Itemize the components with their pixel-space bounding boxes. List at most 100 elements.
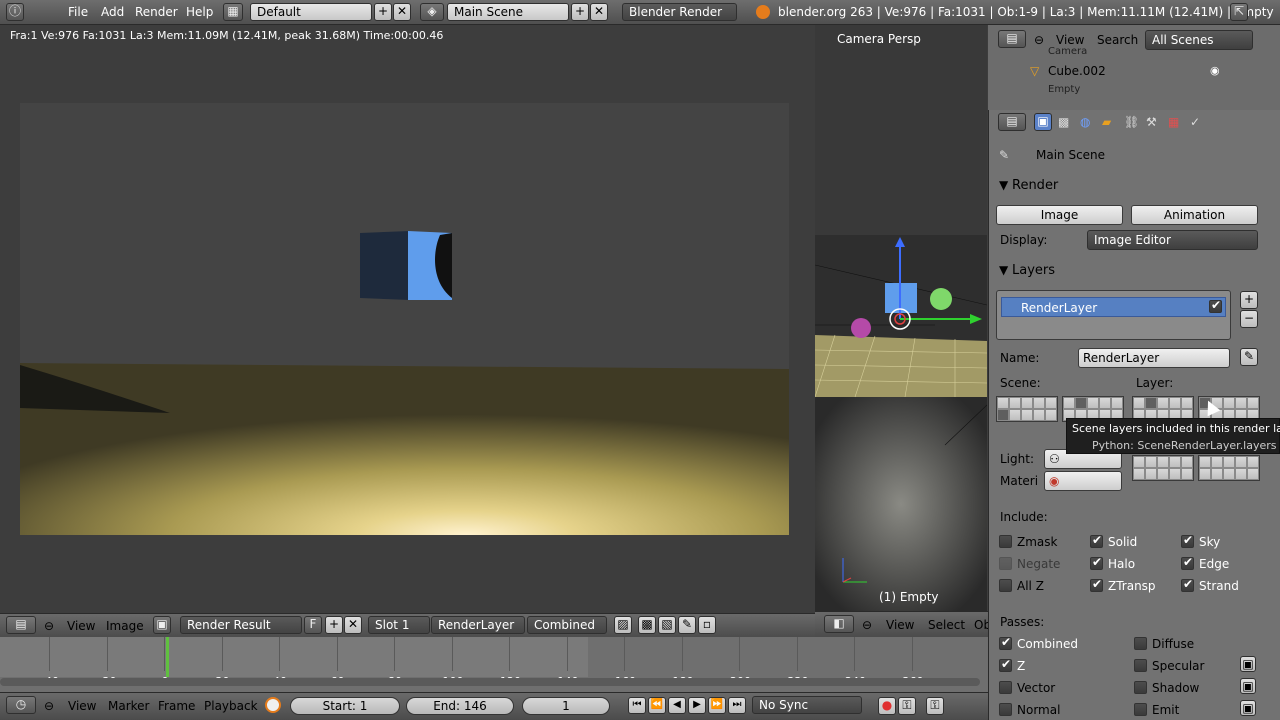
- add-render-layer-icon[interactable]: +: [1240, 291, 1258, 309]
- pin-icon[interactable]: ✎: [999, 148, 1009, 162]
- slot-dropdown[interactable]: Slot 1: [368, 616, 430, 634]
- menu-image[interactable]: Image: [106, 619, 144, 633]
- auto-keyframe-icon[interactable]: ⚿: [926, 697, 944, 715]
- image-browse-icon[interactable]: ▣: [153, 616, 171, 634]
- pin-layer-icon[interactable]: ✎: [1240, 348, 1258, 366]
- add-scene-icon[interactable]: +: [571, 3, 589, 21]
- layer-grid-c[interactable]: [1132, 455, 1194, 481]
- layers-panel-arrow-icon[interactable]: ▼: [999, 263, 1008, 277]
- menu-file[interactable]: File: [68, 5, 88, 19]
- physics-tab-icon[interactable]: ✓: [1190, 115, 1200, 129]
- outliner-item-empty[interactable]: Empty: [1048, 84, 1080, 95]
- pass-checkbox[interactable]: [999, 635, 1012, 650]
- texture-tab-icon[interactable]: ▦: [1168, 115, 1179, 129]
- editor-type-icon[interactable]: ▤: [6, 616, 36, 634]
- fake-user-button[interactable]: F: [304, 616, 322, 634]
- timeline-menu-marker[interactable]: Marker: [108, 699, 149, 713]
- jump-end-icon[interactable]: ⏭: [728, 697, 746, 714]
- outliner-menu-search[interactable]: Search: [1097, 33, 1138, 47]
- viewport-collapse-icon[interactable]: ⊖: [862, 618, 872, 632]
- keying-set-icon[interactable]: ⚿: [898, 697, 916, 715]
- render-layers-tab-icon[interactable]: ▩: [1058, 115, 1069, 129]
- menu-view[interactable]: View: [67, 619, 95, 633]
- render-panel-title[interactable]: Render: [1012, 178, 1058, 193]
- include-checkbox[interactable]: [999, 579, 1012, 592]
- outliner-menu-view[interactable]: View: [1056, 33, 1084, 47]
- pass-checkbox[interactable]: [999, 657, 1012, 672]
- render-tab-icon[interactable]: ▣: [1034, 113, 1052, 131]
- play-reverse-icon[interactable]: ◀: [668, 697, 686, 714]
- viewport-editor-type-icon[interactable]: ◧: [824, 615, 854, 633]
- current-frame-field[interactable]: 1: [522, 697, 610, 715]
- scene-field[interactable]: Main Scene: [447, 3, 569, 21]
- display-dropdown[interactable]: Image Editor: [1087, 230, 1258, 250]
- menu-add[interactable]: Add: [101, 5, 124, 19]
- pass-checkbox[interactable]: [1134, 703, 1147, 716]
- render-pass-dropdown[interactable]: Combined: [527, 616, 607, 634]
- jump-start-icon[interactable]: ⏮: [628, 697, 646, 714]
- layers-panel-title[interactable]: Layers: [1012, 263, 1055, 278]
- remove-render-layer-icon[interactable]: −: [1240, 310, 1258, 328]
- timeline-menu-frame[interactable]: Frame: [158, 699, 195, 713]
- timeline-editor-type-icon[interactable]: ◷: [6, 696, 36, 714]
- collapse-icon[interactable]: ⊖: [44, 619, 54, 633]
- outliner-filter-dropdown[interactable]: All Scenes: [1145, 30, 1253, 50]
- 3d-viewport[interactable]: [815, 25, 987, 611]
- visibility-eye-icon[interactable]: ◉: [1210, 64, 1220, 77]
- render-image-button[interactable]: Image: [996, 205, 1123, 225]
- fullscreen-icon[interactable]: ⇱: [1230, 3, 1248, 21]
- delete-layout-icon[interactable]: ✕: [393, 3, 411, 21]
- scene-layers-grid-a[interactable]: [996, 396, 1058, 422]
- render-layer-enabled-checkbox[interactable]: [1209, 298, 1222, 313]
- pencil-icon[interactable]: ✎: [678, 616, 696, 634]
- zbuffer-icon[interactable]: ▧: [658, 616, 676, 634]
- pass-checkbox[interactable]: [1134, 659, 1147, 672]
- alpha-icon[interactable]: ▩: [638, 616, 656, 634]
- end-frame-field[interactable]: End: 146: [406, 697, 514, 715]
- outliner-collapse-icon[interactable]: ⊖: [1034, 33, 1044, 47]
- layout-field[interactable]: Default: [250, 3, 372, 21]
- outliner-item-cube002[interactable]: Cube.002: [1048, 64, 1106, 78]
- sync-mode-dropdown[interactable]: No Sync: [752, 696, 862, 714]
- include-checkbox[interactable]: [1090, 577, 1103, 592]
- object-tab-icon[interactable]: ▰: [1102, 115, 1111, 129]
- world-tab-icon[interactable]: ◍: [1080, 115, 1090, 129]
- pass-checkbox[interactable]: [1134, 637, 1147, 650]
- viewport-menu-select[interactable]: Select: [928, 618, 965, 632]
- new-image-icon[interactable]: +: [325, 616, 343, 634]
- include-checkbox[interactable]: [1090, 533, 1103, 548]
- modifiers-tab-icon[interactable]: ⚒: [1146, 115, 1157, 129]
- image-name-field[interactable]: Render Result: [180, 616, 302, 634]
- channels-icon[interactable]: ▨: [614, 616, 632, 634]
- pass-checkbox[interactable]: [999, 703, 1012, 716]
- include-checkbox[interactable]: [1181, 577, 1194, 592]
- add-layout-icon[interactable]: +: [374, 3, 392, 21]
- properties-editor-type-icon[interactable]: ▤: [998, 113, 1026, 131]
- info-icon[interactable]: ⓘ: [6, 3, 24, 21]
- render-animation-button[interactable]: Animation: [1131, 205, 1258, 225]
- timeline-menu-playback[interactable]: Playback: [204, 699, 258, 713]
- specular-exclude-icon[interactable]: ▣: [1240, 656, 1256, 672]
- include-checkbox[interactable]: [1090, 555, 1103, 570]
- shadow-exclude-icon[interactable]: ▣: [1240, 678, 1256, 694]
- pass-checkbox[interactable]: [999, 681, 1012, 694]
- timeline-scrollbar[interactable]: [0, 678, 980, 686]
- record-icon[interactable]: ●: [878, 697, 896, 715]
- pin-image-icon[interactable]: ▫: [698, 616, 716, 634]
- render-engine-dropdown[interactable]: Blender Render: [622, 3, 737, 21]
- layer-name-field[interactable]: RenderLayer: [1078, 348, 1230, 368]
- screen-layout-icon[interactable]: ▦: [223, 3, 243, 21]
- menu-help[interactable]: Help: [186, 5, 213, 19]
- render-layer-dropdown[interactable]: RenderLayer: [431, 616, 525, 634]
- emit-exclude-icon[interactable]: ▣: [1240, 700, 1256, 716]
- outliner-item-camera[interactable]: Camera: [1048, 46, 1087, 57]
- viewport-menu-view[interactable]: View: [886, 618, 914, 632]
- preview-range-icon[interactable]: [265, 697, 281, 713]
- play-icon[interactable]: ▶: [688, 697, 706, 714]
- delete-scene-icon[interactable]: ✕: [590, 3, 608, 21]
- scene-icon[interactable]: ◈: [420, 3, 444, 21]
- menu-render[interactable]: Render: [135, 5, 178, 19]
- unlink-image-icon[interactable]: ✕: [344, 616, 362, 634]
- include-checkbox[interactable]: [1181, 555, 1194, 570]
- jump-keyframe-back-icon[interactable]: ⏪: [648, 697, 666, 714]
